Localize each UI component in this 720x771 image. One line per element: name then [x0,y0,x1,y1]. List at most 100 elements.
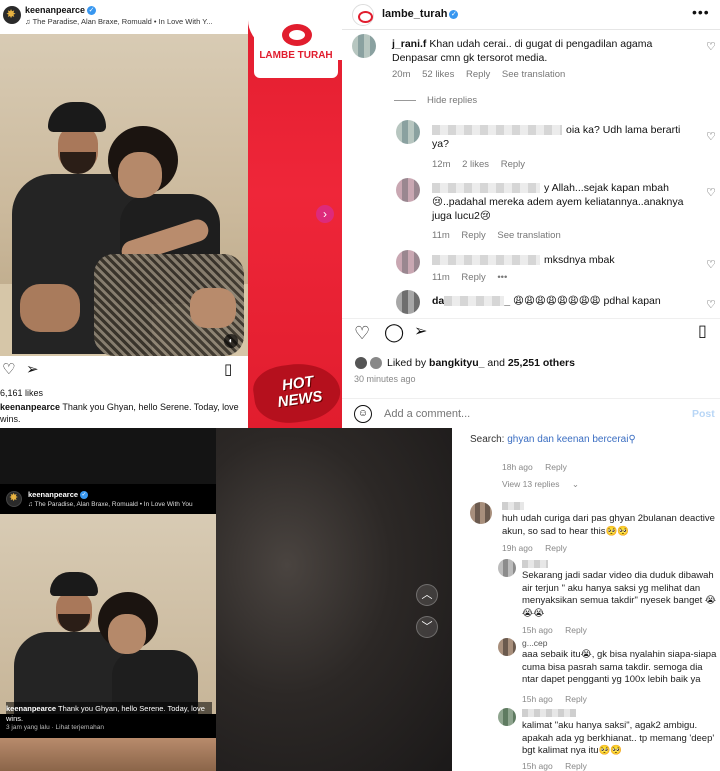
chevron-up-icon[interactable]: ︿ [416,584,438,606]
post-username[interactable]: keenanpearce ✓ [28,490,89,500]
reply-button[interactable]: Reply [545,543,567,553]
avatar[interactable] [6,491,22,507]
reply-text: mksdnya mbak [432,253,694,267]
avatar[interactable] [396,250,420,274]
post-header: keenanpearce✓ ♫ The Paradise, Alan Braxe… [0,0,248,34]
comment-text: kalimat "aku hanya saksi", agak2 ambigu.… [522,720,715,756]
comment-text: Sekarang jadi sadar video dia duduk diba… [522,570,717,619]
add-comment-bar: ☺ Post [342,398,720,428]
post-actions: ♡ ◯ ➢ ▯ [342,318,720,348]
avatar[interactable] [498,559,516,577]
blurred-username [522,560,548,568]
post-caption: keenanpearce Thank you Ghyan, hello Sere… [0,402,239,424]
post-username[interactable]: keenanpearce ✓ [25,5,97,16]
liked-by[interactable]: Liked by bangkityu_ and 25,251 others [354,356,575,370]
lips-logo-icon [282,24,312,46]
reply-button[interactable]: Reply [461,272,485,283]
post-actions: ♡ ➢ ▯ [0,360,248,384]
like-heart-icon[interactable]: ♡ [706,130,716,143]
verified-badge-icon: ✓ [80,491,89,500]
comment-bubble-icon[interactable]: ◯ [384,323,404,341]
avatar[interactable] [498,638,516,656]
reply-meta: 11m Reply ••• [432,272,508,283]
comment-meta: 18h ago Reply [502,462,567,472]
reply-button[interactable]: Reply [565,761,587,771]
top-left-screenshot: LAMBE TURAH HOT NEWS keenanpearce✓ ♫ The… [0,0,342,428]
reply-text: y Allah...sejak kapan mbah 😢..padahal me… [432,182,684,222]
reply-button[interactable]: Reply [565,625,587,635]
verified-badge-icon: ✓ [87,6,97,16]
comment-username[interactable]: g...cep [522,638,548,648]
avatar[interactable] [3,6,21,24]
reply-button[interactable]: Reply [466,69,490,80]
post-button[interactable]: Post [692,408,715,420]
post-photo[interactable] [0,514,216,714]
like-heart-icon[interactable]: ♡ [706,258,716,271]
emoji-icon[interactable]: ☺ [354,405,372,423]
reply-button[interactable]: Reply [501,159,525,170]
more-options-icon[interactable]: ••• [692,4,710,20]
post-caption: keenanpearce Thank you Ghyan, hello Sere… [6,702,212,726]
like-heart-icon[interactable]: ♡ [2,362,15,378]
comment-meta: 19h ago Reply [502,543,567,553]
reply-button[interactable]: Reply [565,694,587,704]
avatar[interactable] [396,178,420,202]
logo-text: LAMBE TURAH [259,50,333,61]
see-translation-link[interactable]: See translation [502,69,565,80]
avatar[interactable] [498,708,516,726]
comment-meta: 15h ago Reply [522,694,587,704]
avatar[interactable] [352,34,376,58]
bookmark-icon[interactable]: ▯ [698,324,707,340]
reply-meta: 11m Reply See translation [432,230,561,241]
like-heart-icon[interactable]: ♡ [706,298,716,311]
like-heart-icon[interactable]: ♡ [706,40,716,53]
view-replies-button[interactable]: View 13 replies ⌄ [502,479,579,490]
reply-button[interactable]: Reply [461,230,485,241]
search-query: Search: ghyan dan keenan bercerai⚲ [470,434,636,445]
search-link[interactable]: ghyan dan keenan bercerai [507,434,628,445]
reply-text: oia ka? Udh lama berarti ya? [432,124,681,150]
divider [394,100,416,101]
pointer-icon: ◐ [224,334,238,348]
comment-text: aaa sebaik itu😭, gk bisa nyalahin siapa-… [522,649,717,685]
post-photo-bottom [0,738,216,771]
post-music[interactable]: ♫ The Paradise, Alan Braxe, Romuald • In… [25,17,213,26]
comment-text: huh udah curiga dari pas ghyan 2bulanan … [502,513,715,537]
post-meta: 3 jam yang lalu · Lihat terjemahan [6,724,104,731]
add-comment-input[interactable] [384,408,644,420]
bookmark-icon[interactable]: ▯ [224,362,232,378]
comment-meta: 20m 52 likes Reply See translation [392,69,566,80]
reply-likes[interactable]: 2 likes [462,159,489,170]
search-icon: ⚲ [628,434,636,445]
avatar[interactable] [396,290,420,314]
post-header: lambe_turah ✓ ••• [342,0,720,30]
like-heart-icon[interactable]: ♡ [706,186,716,199]
hide-replies-button[interactable]: Hide replies [427,95,477,106]
avatar[interactable] [352,4,374,26]
chevron-down-icon[interactable]: ﹀ [416,616,438,638]
instagram-post: keenanpearce✓ ♫ The Paradise, Alan Braxe… [0,0,334,428]
avatar[interactable] [396,120,420,144]
avatar[interactable] [470,502,492,524]
like-heart-icon[interactable]: ♡ [354,324,370,342]
post-photo[interactable]: ◐ [0,34,248,356]
reply-meta: 12m 2 likes Reply [432,159,525,170]
share-send-icon[interactable]: ➢ [26,362,39,378]
comment-text: j_rani.f Khan udah cerai.. di gugat di p… [392,38,653,64]
more-options-icon[interactable]: ••• [497,272,507,283]
bottom-left-screenshot: keenanpearce✓ ♫ The Paradise, Alan Braxe… [0,428,452,771]
comment-meta: 15h ago Reply [522,761,587,771]
post-music[interactable]: ♫ The Paradise, Alan Braxe, Romuald • In… [28,501,193,508]
post-username[interactable]: lambe_turah ✓ [382,8,459,20]
see-translation-link[interactable]: Lihat terjemahan [56,724,104,731]
blurred-username [522,709,576,717]
lambe-turah-logo: LAMBE TURAH [254,20,338,78]
share-send-icon[interactable]: ➢ [414,324,427,340]
post-time: 30 minutes ago [354,374,416,384]
reply-text: da _ 😩😩😩😩😩😩😩😩 pdhal kapan [432,295,661,307]
comment-likes[interactable]: 52 likes [422,69,454,80]
reply-button[interactable]: Reply [545,462,567,472]
see-translation-link[interactable]: See translation [497,230,560,241]
next-slide-icon[interactable]: › [316,205,334,223]
likes-count[interactable]: 6,161 likes [0,388,43,398]
